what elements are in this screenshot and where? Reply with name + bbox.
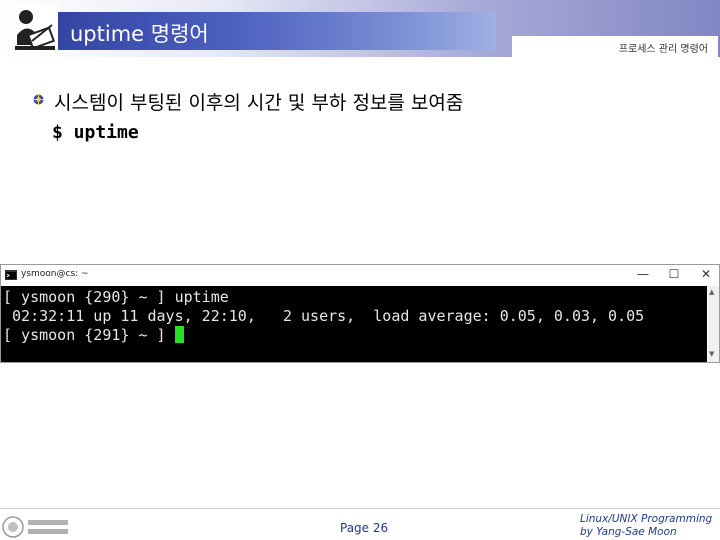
scroll-up-icon[interactable]: ▲ (709, 288, 714, 296)
writer-logo-icon (12, 5, 58, 53)
terminal-scrollbar[interactable]: ▲ ▼ (708, 286, 719, 362)
section-label: 프로세스 관리 명령어 (618, 44, 708, 55)
footer-credit: Linux/UNIX Programming by Yang-Sae Moon (580, 513, 712, 539)
footer-divider (0, 508, 720, 509)
close-button[interactable]: ✕ (696, 267, 716, 281)
terminal-line: [ ysmoon {290} ~ ] uptime (3, 288, 229, 306)
description-text: 시스템이 부팅된 이후의 시간 및 부하 정보를 보여줌 (54, 92, 464, 114)
page-title: uptime 명령어 (70, 22, 209, 46)
minimize-button[interactable]: — (633, 267, 653, 281)
section-tab: 프로세스 관리 명령어 (512, 36, 718, 58)
command-example: $ uptime (52, 122, 139, 143)
terminal-prompt-line: [ ysmoon {291} ~ ] (3, 326, 184, 344)
bullet-icon (33, 94, 44, 105)
terminal-app-icon (5, 270, 17, 280)
terminal-window[interactable]: ysmoon@cs: ~ — ☐ ✕ [ ysmoon {290} ~ ] up… (0, 264, 720, 363)
author-name: by Yang-Sae Moon (580, 526, 677, 538)
page-number: Page 26 (340, 521, 389, 535)
terminal-prompt: [ ysmoon {291} ~ ] (3, 326, 175, 344)
terminal-output[interactable]: [ ysmoon {290} ~ ] uptime 02:32:11 up 11… (1, 286, 707, 362)
terminal-line: 02:32:11 up 11 days, 22:10, 2 users, loa… (3, 307, 645, 325)
terminal-titlebar[interactable]: ysmoon@cs: ~ — ☐ ✕ (1, 265, 719, 286)
university-logo-icon (2, 516, 68, 538)
maximize-button[interactable]: ☐ (664, 267, 684, 281)
terminal-title: ysmoon@cs: ~ (21, 269, 89, 279)
scroll-down-icon[interactable]: ▼ (709, 350, 714, 358)
terminal-cursor (174, 326, 184, 343)
course-name: Linux/UNIX Programming (580, 513, 713, 525)
